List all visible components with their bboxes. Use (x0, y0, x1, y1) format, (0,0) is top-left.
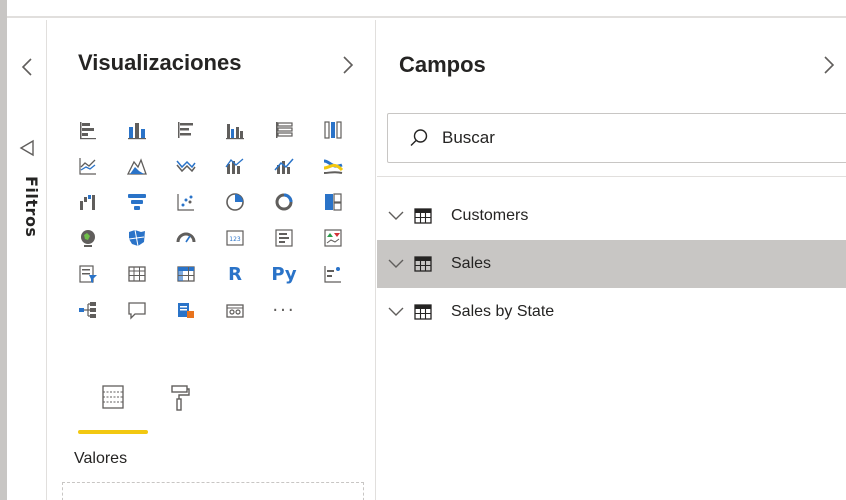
chevron-down-icon[interactable] (387, 255, 405, 273)
ribbon-chart-icon[interactable] (315, 148, 351, 184)
more-visuals-icon[interactable]: ··· (266, 292, 302, 328)
table-row-sales[interactable]: Sales (377, 240, 846, 288)
funnel-chart-icon[interactable] (119, 184, 155, 220)
matrix-icon[interactable] (168, 256, 204, 292)
values-drop-zone[interactable] (62, 482, 364, 500)
fields-table-list: Customers Sales Sales by State (377, 192, 846, 336)
line-clustered-column-icon[interactable] (266, 148, 302, 184)
chevron-down-icon[interactable] (387, 303, 405, 321)
r-script-icon[interactable]: R (217, 256, 253, 292)
filters-label[interactable]: Filtros (11, 176, 43, 256)
map-icon[interactable] (70, 220, 106, 256)
donut-chart-icon[interactable] (266, 184, 302, 220)
table-row-sales-by-state[interactable]: Sales by State (377, 288, 846, 336)
active-tab-indicator (78, 430, 148, 434)
collapse-fields-chevron-icon[interactable] (820, 52, 838, 78)
table-icon[interactable] (119, 256, 155, 292)
paint-roller-icon (169, 384, 191, 416)
table-name: Sales (451, 255, 492, 272)
card-icon-label: 123 (229, 236, 241, 243)
clustered-bar-icon[interactable] (168, 112, 204, 148)
key-influencers-icon[interactable] (315, 256, 351, 292)
python-visual-icon[interactable]: Py (266, 256, 302, 292)
waterfall-chart-icon[interactable] (70, 184, 106, 220)
qa-icon[interactable] (119, 292, 155, 328)
visualizations-tabs (78, 378, 198, 438)
decomposition-tree-icon[interactable] (70, 292, 106, 328)
filters-label-text: Filtros (22, 176, 41, 238)
smart-narrative-icon[interactable] (168, 292, 204, 328)
table-name: Customers (451, 207, 529, 224)
table-icon (413, 302, 433, 322)
fields-tab[interactable] (78, 378, 148, 434)
values-well-label: Valores (74, 450, 128, 467)
slicer-icon[interactable] (70, 256, 106, 292)
100-stacked-column-icon[interactable] (315, 112, 351, 148)
collapse-visualizations-chevron-icon[interactable] (339, 52, 357, 78)
table-icon (413, 254, 433, 274)
table-name: Sales by State (451, 303, 555, 320)
stacked-bar-icon[interactable] (70, 112, 106, 148)
window-frame-top (7, 0, 846, 18)
r-script-label: R (228, 263, 242, 285)
line-chart-icon[interactable] (70, 148, 106, 184)
fields-search-box[interactable] (387, 113, 846, 163)
gauge-icon[interactable] (168, 220, 204, 256)
kpi-icon[interactable] (315, 220, 351, 256)
scatter-chart-icon[interactable] (168, 184, 204, 220)
table-icon (413, 206, 433, 226)
filled-map-icon[interactable] (119, 220, 155, 256)
search-separator (377, 176, 846, 177)
stacked-column-icon[interactable] (119, 112, 155, 148)
paginated-report-icon[interactable] (217, 292, 253, 328)
expand-filters-chevron-icon[interactable] (17, 54, 37, 80)
treemap-icon[interactable] (315, 184, 351, 220)
fields-well-icon (100, 384, 126, 414)
fields-title: Campos (399, 52, 486, 77)
100-stacked-bar-icon[interactable] (266, 112, 302, 148)
line-stacked-column-icon[interactable] (217, 148, 253, 184)
card-icon[interactable]: 123 (217, 220, 253, 256)
more-visuals-label: ··· (272, 299, 296, 321)
visualizations-title: Visualizaciones (78, 50, 242, 75)
multi-row-card-icon[interactable] (266, 220, 302, 256)
fields-pane: Campos Customers Sales Sales by State (377, 20, 846, 500)
format-tab[interactable] (160, 378, 200, 434)
window-frame-left (0, 0, 7, 500)
visualizations-pane: Visualizaciones 123 R Py ··· Valores (48, 20, 376, 500)
area-chart-icon[interactable] (119, 148, 155, 184)
table-row-customers[interactable]: Customers (377, 192, 846, 240)
pie-chart-icon[interactable] (217, 184, 253, 220)
filters-pane: Filtros (7, 20, 47, 500)
chevron-down-icon[interactable] (387, 207, 405, 225)
search-input[interactable] (442, 128, 742, 148)
filter-funnel-icon (17, 136, 37, 160)
search-icon (408, 127, 430, 149)
stacked-area-icon[interactable] (168, 148, 204, 184)
clustered-column-icon[interactable] (217, 112, 253, 148)
python-visual-label: Py (271, 263, 297, 285)
visual-gallery: 123 R Py ··· (70, 112, 362, 328)
